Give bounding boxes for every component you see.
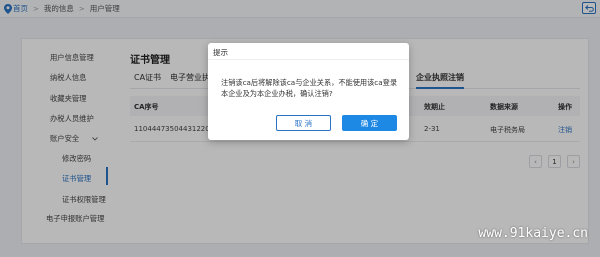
dialog-message: 注销该ca后将解除该ca与企业关系，不能使用该ca登录本企业及为本企业办税，确认… — [221, 78, 398, 98]
dialog-title: 提示 — [213, 48, 228, 57]
confirm-dialog: 提示 注销该ca后将解除该ca与企业关系，不能使用该ca登录本企业及为本企业办税… — [208, 43, 409, 140]
cancel-button[interactable]: 取 消 — [276, 115, 331, 131]
watermark: www.91kaiye.cn — [478, 226, 588, 241]
confirm-button[interactable]: 确 定 — [342, 115, 397, 131]
dialog-header: 提示 — [208, 43, 409, 60]
